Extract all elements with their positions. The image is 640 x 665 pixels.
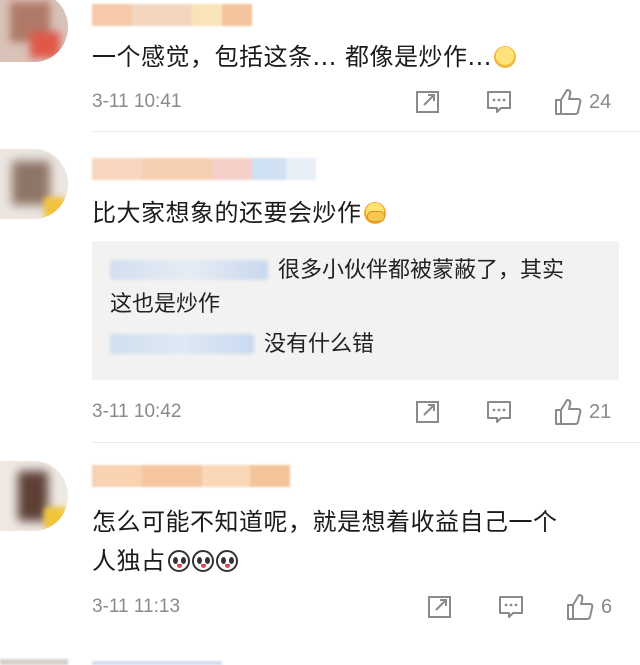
panda-emoji — [215, 550, 238, 572]
comment-meta: 3-11 11:13 6 — [92, 592, 640, 622]
like-button[interactable]: 24 — [553, 87, 611, 117]
face-covering-mouth-emoji — [363, 202, 386, 224]
username-redacted[interactable] — [92, 465, 290, 487]
reply-item: 很多小伙伴都被蒙蔽了，其实 — [110, 256, 564, 286]
avatar[interactable] — [0, 149, 68, 219]
comment-button[interactable] — [485, 87, 513, 117]
comment-icon — [487, 91, 511, 113]
avatar[interactable] — [0, 461, 68, 531]
reply-item-continued: 这也是炒作 — [110, 292, 221, 317]
thumbs-up-icon — [555, 399, 582, 425]
comment-text: 怎么可能不知道呢，就是想着收益自己一个 人独占 — [92, 508, 558, 575]
reply-username-redacted[interactable] — [110, 334, 254, 354]
share-icon — [416, 401, 439, 423]
avatar[interactable] — [0, 0, 68, 62]
comment-item: 怎么可能不知道呢，就是想着收益自己一个 人独占 3-11 11:13 6 — [0, 443, 640, 665]
comment-text: 比大家想象的还要会炒作 — [92, 194, 612, 233]
username-redacted[interactable] — [92, 4, 252, 26]
next-comment-username-redacted[interactable] — [92, 661, 222, 665]
thumbs-up-icon — [555, 89, 582, 115]
share-icon — [428, 596, 451, 618]
comment-icon — [487, 401, 511, 423]
thumbs-up-icon — [567, 594, 594, 620]
comment-date: 3-11 10:41 — [92, 91, 182, 112]
comment-item: 比大家想象的还要会炒作 很多小伙伴都被蒙蔽了，其实 这也是炒作 没有什么错 3-… — [0, 131, 640, 443]
share-button[interactable] — [427, 592, 453, 622]
comment-icon — [499, 596, 523, 618]
comment-button[interactable] — [485, 397, 513, 427]
comment-meta: 3-11 10:41 24 — [92, 87, 640, 117]
like-button[interactable]: 21 — [553, 397, 611, 427]
comment-button[interactable] — [497, 592, 525, 622]
panda-emoji — [191, 550, 214, 572]
reply-username-redacted[interactable] — [110, 260, 268, 280]
next-comment-avatar[interactable] — [0, 659, 68, 665]
comment-item: 一个感觉，包括这条... 都像是炒作... 3-11 10:41 24 — [0, 0, 640, 130]
comment-meta: 3-11 10:42 21 — [92, 397, 640, 427]
share-button[interactable] — [415, 397, 441, 427]
share-button[interactable] — [415, 87, 441, 117]
username-redacted[interactable] — [92, 158, 316, 180]
comment-date: 3-11 10:42 — [92, 401, 182, 422]
replies-box[interactable]: 很多小伙伴都被蒙蔽了，其实 这也是炒作 没有什么错 — [92, 241, 619, 380]
like-button[interactable]: 6 — [565, 592, 612, 622]
reply-item: 没有什么错 — [110, 330, 374, 360]
panda-emoji — [167, 550, 190, 572]
like-count: 21 — [589, 400, 612, 423]
share-icon — [416, 91, 439, 113]
thinking-face-emoji — [493, 46, 516, 68]
like-count: 6 — [601, 595, 613, 618]
like-count: 24 — [589, 90, 612, 113]
comment-text: 一个感觉，包括这条... 都像是炒作... — [92, 38, 612, 77]
comment-date: 3-11 11:13 — [92, 596, 181, 617]
